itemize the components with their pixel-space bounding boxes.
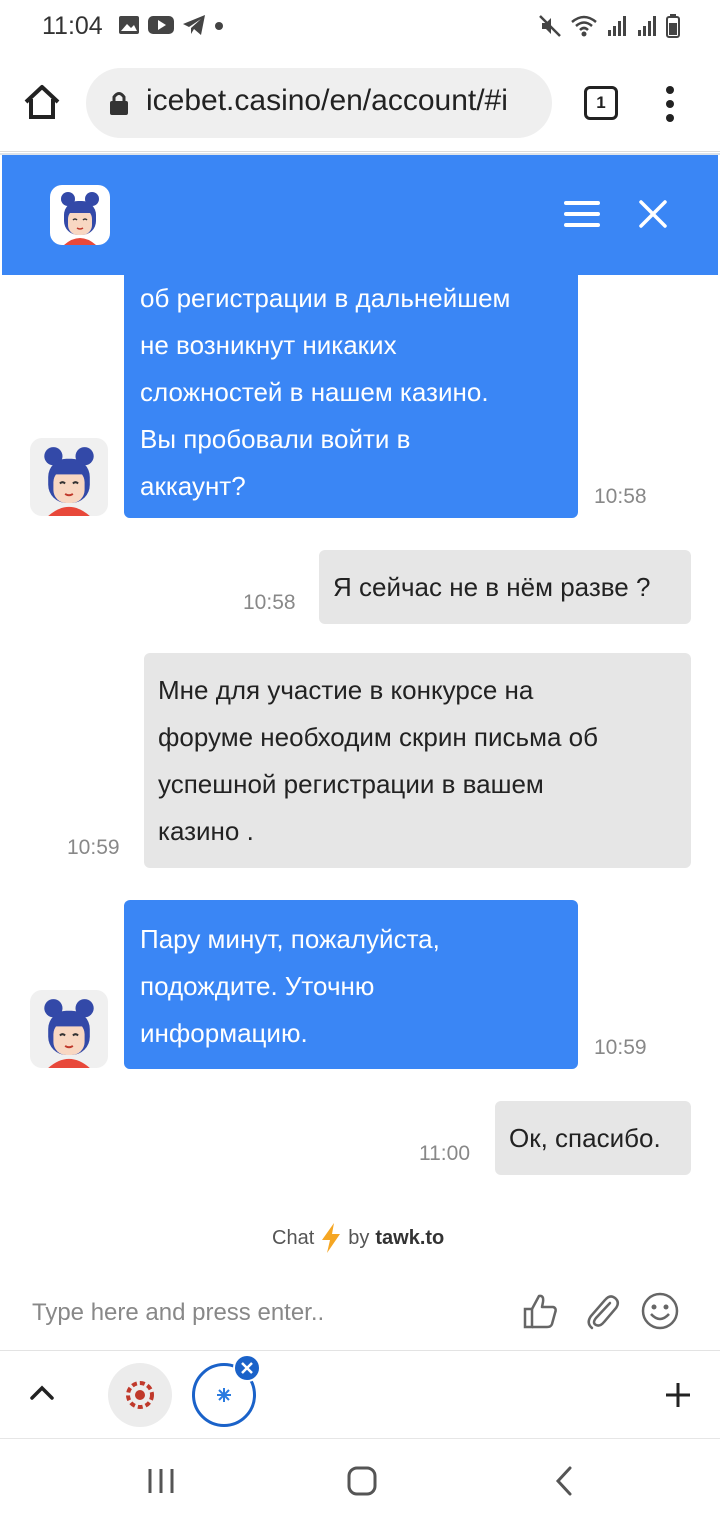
signal-icon (638, 16, 656, 36)
home-nav-icon[interactable] (346, 1465, 378, 1497)
message-line: казино . (158, 816, 254, 846)
wifi-icon (571, 15, 597, 37)
message-line: Вы пробовали войти в (140, 424, 411, 454)
plus-icon[interactable] (664, 1381, 692, 1409)
agent-avatar (30, 438, 108, 516)
message-line: Пару минут, пожалуйста, (140, 924, 440, 954)
user-message: Я сейчас не в нём разве ? (319, 550, 691, 624)
address-bar[interactable]: icebet.casino/en/account/#i (86, 68, 552, 138)
tawk-branding[interactable]: Chat by tawk.to (0, 1205, 720, 1271)
lightning-icon (322, 1223, 341, 1253)
message-line: сложностей в нашем казино. (140, 377, 489, 407)
close-icon (241, 1362, 253, 1374)
hamburger-icon[interactable] (564, 199, 600, 229)
agent-face-icon (61, 192, 99, 245)
agent-message: об регистрации в дальнейшем не возникнут… (124, 275, 578, 518)
agent-face-icon (44, 999, 94, 1068)
message-input[interactable] (32, 1293, 492, 1333)
status-system-icons (538, 14, 680, 38)
message-line: аккаунт? (140, 471, 246, 501)
message-line: форуме необходим скрин письма об (158, 722, 598, 752)
message-list[interactable]: об регистрации в дальнейшем не возникнут… (0, 275, 720, 1205)
system-nav-bar (0, 1438, 720, 1520)
status-notification-icons (118, 14, 224, 36)
branding-name: tawk.to (375, 1226, 445, 1249)
browser-toolbar: icebet.casino/en/account/#i 1 (0, 56, 720, 152)
message-time: 10:58 (243, 591, 296, 614)
casino-chip-icon (126, 1381, 154, 1409)
home-icon[interactable] (22, 82, 62, 122)
chat-header (2, 155, 718, 275)
status-time: 11:04 (42, 12, 103, 40)
chevron-up-icon[interactable] (28, 1381, 56, 1405)
url-text: icebet.casino/en/account/#i (146, 84, 508, 117)
agent-message: Пару минут, пожалуйста, подождите. Уточн… (124, 900, 578, 1069)
message-time: 11:00 (419, 1142, 470, 1165)
mute-icon (539, 15, 561, 37)
dot-icon (215, 22, 223, 30)
message-line: Ок, спасибо. (509, 1123, 661, 1153)
close-icon[interactable] (638, 199, 668, 229)
user-message: Мне для участие в конкурсе на форуме нео… (144, 653, 691, 868)
close-tab-button[interactable] (233, 1354, 261, 1382)
snowflake-icon (217, 1388, 231, 1402)
user-message: Ок, спасибо. (495, 1101, 691, 1175)
emoji-icon[interactable] (640, 1291, 680, 1331)
branding-by: by (348, 1226, 370, 1249)
message-time: 10:59 (594, 1036, 647, 1059)
message-line: Я сейчас не в нём разве ? (333, 572, 651, 602)
tab-thumbnail-active[interactable] (192, 1354, 261, 1427)
agent-avatar (50, 185, 110, 245)
youtube-icon (148, 16, 174, 34)
chat-widget: об регистрации в дальнейшем не возникнут… (0, 153, 720, 1352)
lock-icon (110, 92, 128, 115)
branding-prefix: Chat (272, 1226, 315, 1249)
message-line: не возникнут никаких (140, 330, 397, 360)
thumbs-up-icon[interactable] (520, 1291, 560, 1331)
message-time: 10:58 (594, 485, 647, 508)
more-menu-icon[interactable] (660, 84, 680, 124)
signal-icon (608, 16, 626, 36)
paperclip-icon[interactable] (582, 1291, 622, 1331)
message-composer (0, 1271, 720, 1352)
recent-apps-icon[interactable] (146, 1467, 176, 1495)
message-line: успешной регистрации в вашем (158, 769, 544, 799)
tab-thumbnail[interactable] (108, 1363, 172, 1427)
message-time: 10:59 (67, 836, 120, 859)
telegram-icon (183, 15, 205, 35)
gallery-icon (119, 16, 139, 34)
back-icon[interactable] (552, 1465, 576, 1497)
agent-face-icon (44, 447, 94, 516)
status-bar: 11:04 (0, 0, 720, 56)
battery-icon (666, 14, 680, 38)
tab-strip (0, 1350, 720, 1438)
agent-avatar (30, 990, 108, 1068)
tab-switcher-button[interactable]: 1 (584, 86, 618, 120)
message-line: информацию. (140, 1018, 308, 1048)
message-line: подождите. Уточню (140, 971, 375, 1001)
message-line: об регистрации в дальнейшем (140, 283, 511, 313)
message-line: Мне для участие в конкурсе на (158, 675, 534, 705)
